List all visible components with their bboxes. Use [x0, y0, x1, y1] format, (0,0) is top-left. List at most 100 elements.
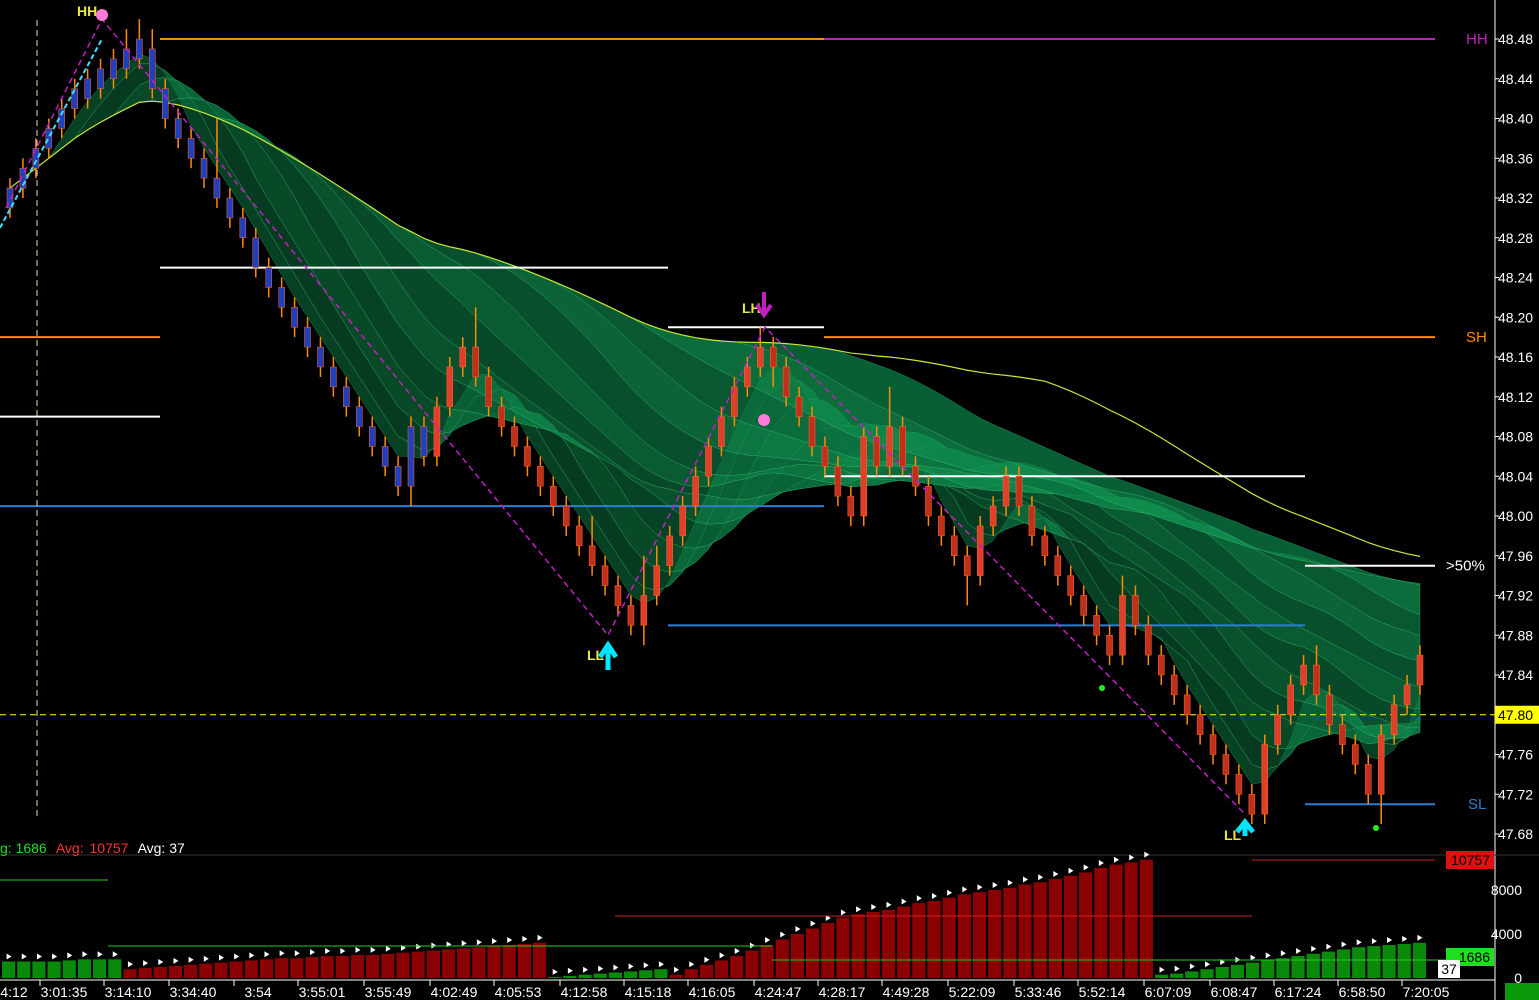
candle-body	[562, 505, 570, 527]
candle-body	[226, 197, 234, 219]
price-chart[interactable]: 48.48 48.44 48.40 48.36 48.32 48.28 48.24 48.20…	[0, 0, 1539, 1000]
volume-bar	[1215, 967, 1229, 978]
time-axis[interactable]: 4:12 3:01:35 3:14:10 3:34:40 3:54 3:55:01 3:55…	[0, 979, 1539, 1000]
candle-body	[614, 585, 622, 606]
volume-arrow-marker	[36, 953, 42, 960]
volume-bar	[881, 909, 896, 978]
candle-body	[1041, 535, 1049, 556]
volume-arrow-marker	[340, 948, 346, 954]
candle-body	[1145, 625, 1152, 656]
volume-bar	[1124, 862, 1138, 978]
candle-body	[291, 307, 298, 328]
volume-bar	[836, 917, 850, 978]
time-tick-label: 3:55:01	[299, 984, 346, 1000]
volume-bar	[775, 939, 789, 978]
volume-bar	[138, 968, 152, 978]
volume-arrow-marker	[1296, 948, 1302, 954]
volume-arrow-marker	[1189, 963, 1195, 970]
volume-bar	[851, 914, 865, 978]
volume-bar	[1033, 882, 1047, 978]
volume-arrow-marker	[294, 950, 300, 957]
time-tick-label: 4:05:53	[495, 984, 542, 1000]
candle-body	[472, 346, 479, 378]
candle-body	[1054, 555, 1062, 576]
candle-body	[550, 485, 557, 507]
price-tick-label: 48.20	[1498, 309, 1533, 325]
volume-bar	[1321, 951, 1335, 978]
volume-bar	[259, 959, 274, 978]
volume-bar	[730, 956, 744, 978]
level-label-sh: SH	[1466, 329, 1487, 346]
volume-bar	[1261, 960, 1275, 978]
hh-dot	[96, 9, 108, 21]
candle-body	[1235, 774, 1243, 795]
price-tick-label: 48.48	[1498, 31, 1533, 47]
volume-bar	[275, 958, 289, 978]
volume-bar	[957, 894, 971, 978]
volume-bar	[153, 967, 167, 978]
level-label-hh: HH	[1466, 31, 1488, 48]
price-tick-label: 47.84	[1498, 667, 1533, 683]
candle-body	[356, 406, 363, 427]
volume-arrow-marker	[1083, 864, 1089, 871]
green-dot-2	[1373, 825, 1379, 831]
candle-body	[394, 466, 402, 487]
volume-arrow-marker	[628, 963, 634, 970]
candle-body	[757, 346, 764, 368]
volume-arrow-marker	[522, 935, 528, 942]
candle-body	[782, 366, 790, 397]
volume-arrow-marker	[1371, 938, 1377, 945]
price-tick-label: 48.24	[1498, 270, 1533, 286]
volume-bar	[108, 959, 122, 978]
volume-arrow-marker	[1265, 952, 1271, 959]
volume-arrow-marker	[947, 889, 953, 896]
volume-histogram[interactable]: 80004000010757168637	[0, 851, 1539, 986]
candle-body	[640, 595, 648, 626]
candle-body	[537, 466, 544, 487]
volume-bar	[502, 945, 516, 978]
volume-arrow-marker	[1387, 937, 1393, 943]
volume-arrow-marker	[765, 937, 771, 943]
candle-body	[368, 426, 376, 447]
time-corner-badge	[1505, 983, 1539, 1000]
volume-arrow-marker	[203, 955, 209, 962]
time-tick-label: 6:17:24	[1275, 984, 1322, 1000]
volume-bar	[1245, 962, 1260, 978]
candle-body	[1390, 704, 1398, 735]
volume-arrow-marker	[840, 909, 846, 916]
volume-arrow-marker	[886, 901, 892, 908]
swing-label-hh: HH	[77, 3, 97, 19]
time-tick-label: 4:12	[0, 984, 27, 1000]
volume-arrow-marker	[567, 967, 573, 974]
time-tick-label: 5:22:09	[949, 984, 996, 1000]
volume-arrow-marker	[613, 964, 619, 971]
volume-bar	[715, 960, 729, 978]
time-tick-label: 4:02:49	[431, 984, 478, 1000]
volume-bar	[32, 961, 46, 978]
price-axis[interactable]: 48.48 48.44 48.40 48.36 48.32 48.28 48.24 48.20…	[1494, 0, 1539, 1000]
candle-body	[1093, 615, 1100, 636]
candle-body	[808, 416, 816, 447]
candle-body	[692, 476, 699, 507]
volume-arrow-marker	[476, 939, 482, 946]
volume-bar	[214, 962, 228, 978]
price-tick-label: 48.12	[1498, 389, 1533, 405]
volume-bar	[806, 928, 820, 978]
volume-arrow-marker	[385, 945, 391, 952]
volume-bar	[1063, 875, 1078, 978]
volume-arrow-marker	[416, 943, 422, 950]
price-tick-label: 48.00	[1498, 508, 1533, 524]
volume-avg-down-label: Avg:	[55, 840, 84, 856]
volume-arrow-marker	[1174, 965, 1180, 972]
volume-tag-down: 10757	[1451, 852, 1490, 868]
candle-body	[1248, 794, 1256, 815]
candle-body	[1015, 476, 1023, 507]
level-label-50pct: >50%	[1446, 558, 1485, 575]
time-tick-label: 4:12:58	[561, 984, 608, 1000]
volume-arrow-marker	[734, 948, 740, 954]
volume-bar	[760, 945, 774, 978]
volume-arrow-marker	[6, 953, 12, 960]
time-tick-label: 7:20:05	[1403, 984, 1450, 1000]
candle-body	[511, 426, 518, 447]
volume-arrow-marker	[1022, 876, 1028, 883]
